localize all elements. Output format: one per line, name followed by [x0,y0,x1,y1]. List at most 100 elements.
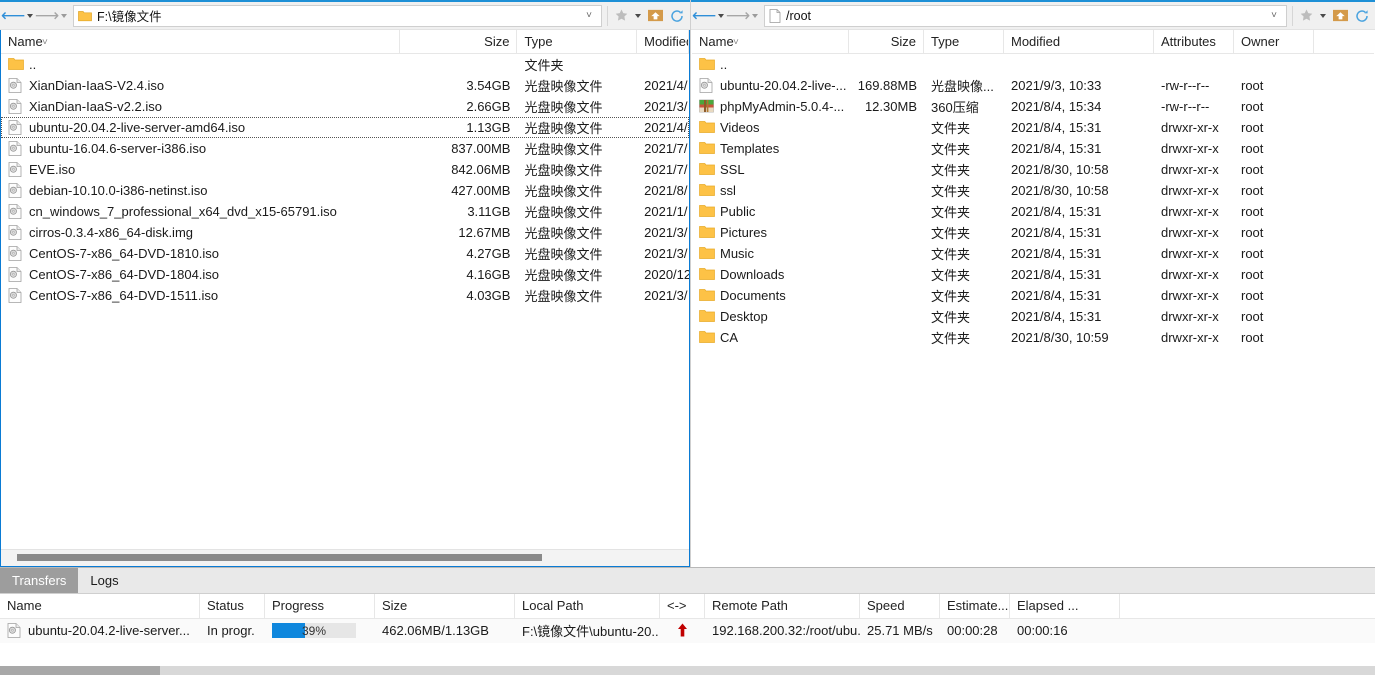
local-table-row[interactable]: cn_windows_7_professional_x64_dvd_x15-65… [1,201,689,222]
remote-table-row[interactable]: Videos 文件夹 2021/8/4, 15:31 drwxr-xr-x root [692,117,1374,138]
window-horizontal-scrollbar[interactable] [0,666,1375,675]
remote-cell-text: drwxr-xr-x [1161,162,1219,177]
remote-cell-text: Desktop [720,309,768,324]
local-back-button[interactable]: ⟵ [1,3,25,29]
remote-back-button[interactable]: ⟵ [692,3,716,29]
remote-cell-text: CA [720,330,739,345]
local-table-row[interactable]: ubuntu-20.04.2-live-server-amd64.iso 1.13… [1,117,689,138]
tab-logs[interactable]: Logs [78,567,131,593]
local-column-header-modified[interactable]: Modified [637,30,689,53]
transfer-name-text: ubuntu-20.04.2-live-server... [28,623,190,639]
local-favorites-dropdown-button[interactable] [632,3,644,29]
local-cell-size: 2.66GB [400,96,518,117]
local-table-row[interactable]: ubuntu-16.04.6-server-i386.iso 837.00MB 光盘… [1,138,689,159]
remote-home-button[interactable] [1329,3,1351,29]
local-table-row[interactable]: EVE.iso 842.06MB 光盘映像文件 2021/7/ [1,159,689,180]
remote-column-header-type[interactable]: Type [924,30,1004,53]
tab-transfers[interactable]: Transfers [0,567,79,593]
local-table-row[interactable]: cirros-0.3.4-x86_64-disk.img 12.67MB 光盘映像文… [1,222,689,243]
local-table-row[interactable]: XianDian-IaaS-v2.2.iso 2.66GB 光盘映像文件 2021/3… [1,96,689,117]
chevron-down-icon [61,13,67,18]
local-path-input[interactable]: F:\镜像文件 ˅ [73,4,602,27]
remote-table-row[interactable]: Public 文件夹 2021/8/4, 15:31 drwxr-xr-x root [692,201,1374,222]
remote-table-row[interactable]: Templates 文件夹 2021/8/4, 15:31 drwxr-xr-x roo… [692,138,1374,159]
chevron-down-icon [1320,13,1326,18]
local-forward-button[interactable]: ⟶ [35,3,59,29]
local-cell-modified: 2021/4/ [637,75,689,96]
iso-file-icon [699,77,715,94]
local-table-row[interactable]: CentOS-7-x86_64-DVD-1810.iso 4.27GB 光盘映像文件… [1,243,689,264]
remote-table-row[interactable]: Desktop 文件夹 2021/8/4, 15:31 drwxr-xr-x root [692,306,1374,327]
remote-refresh-button[interactable] [1351,3,1373,29]
remote-table-row[interactable]: Downloads 文件夹 2021/8/4, 15:31 drwxr-xr-x roo… [692,264,1374,285]
transfers-column-header[interactable]: Size [375,593,515,618]
transfer-cell: 00:00:16 [1010,619,1120,643]
transfers-column-header-label: Size [382,598,408,614]
local-table-row[interactable]: XianDian-IaaS-V2.4.iso 3.54GB 光盘映像文件 2021/4… [1,75,689,96]
local-cell-text: debian-10.10.0-i386-netinst.iso [29,183,208,198]
transfers-column-header[interactable]: Status [200,593,265,618]
local-scrollbar-thumb[interactable] [17,553,542,561]
local-column-header-label: Size [484,34,510,49]
remote-cell-text: 文件夹 [931,205,971,220]
local-column-header-size[interactable]: Size [400,30,518,53]
local-cell-text: 2021/3/ [644,246,688,261]
transfers-column-header[interactable]: <-> [660,593,705,618]
local-cell-type: 光盘映像文件 [517,117,637,138]
local-column-header-type[interactable]: Type [517,30,638,53]
remote-cell-text: 2021/8/4, 15:31 [1011,309,1102,324]
remote-table-row[interactable]: ssl 文件夹 2021/8/30, 10:58 drwxr-xr-x root [692,180,1374,201]
remote-address-bar: ⟵ ⟶ /root ˅ [691,0,1375,30]
local-cell-text: 3.11GB [467,204,511,219]
local-file-panel: ⟵ ⟶ F:\镜像文件 ˅ ˅ Name Size Type Modified … [0,0,691,567]
remote-favorites-dropdown-button[interactable] [1317,3,1329,29]
remote-column-header-attributes[interactable]: Attributes [1154,30,1234,53]
remote-path-dropdown-icon[interactable]: ˅ [1266,10,1282,21]
transfers-column-header[interactable]: Progress [265,593,375,618]
transfers-column-header[interactable]: Elapsed ... [1010,593,1120,618]
remote-favorites-button[interactable] [1295,3,1317,29]
transfers-column-header[interactable]: Estimate... [940,593,1010,618]
transfers-column-headers: Name Status Progress Size Local Path <-> Remot… [0,593,1375,619]
transfers-column-header-label: <-> [667,598,687,614]
local-table-row[interactable]: CentOS-7-x86_64-DVD-1511.iso 4.03GB 光盘映像文件… [1,285,689,306]
local-favorites-button[interactable] [610,3,632,29]
remote-table-row[interactable]: .. [692,54,1374,75]
remote-table-row[interactable]: Pictures 文件夹 2021/8/4, 15:31 drwxr-xr-x root [692,222,1374,243]
local-table-row[interactable]: CentOS-7-x86_64-DVD-1804.iso 4.16GB 光盘映像文件… [1,264,689,285]
remote-table-row[interactable]: Documents 文件夹 2021/8/4, 15:31 drwxr-xr-x roo… [692,285,1374,306]
remote-column-header-modified[interactable]: Modified [1004,30,1154,53]
remote-table-row[interactable]: CA 文件夹 2021/8/30, 10:59 drwxr-xr-x root [692,327,1374,348]
remote-cell-size [849,180,924,201]
remote-forward-button[interactable]: ⟶ [726,3,750,29]
window-scrollbar-thumb[interactable] [0,666,160,675]
local-cell-text: 光盘映像文件 [524,142,603,157]
transfer-row[interactable]: ubuntu-20.04.2-live-server... In progr. 39… [0,618,1375,643]
local-refresh-button[interactable] [666,3,688,29]
transfer-status-text: In progr. [207,623,255,639]
transfers-column-header[interactable]: Local Path [515,593,660,618]
remote-column-header-name[interactable]: ˅ Name [692,30,849,53]
transfers-column-header[interactable]: Remote Path [705,593,860,618]
local-column-header-name[interactable]: ˅ Name [1,30,400,53]
local-table-row[interactable]: debian-10.10.0-i386-netinst.iso 427.00MB 光… [1,180,689,201]
remote-table-row[interactable]: SSL 文件夹 2021/8/30, 10:58 drwxr-xr-x root [692,159,1374,180]
remote-cell-modified: 2021/8/4, 15:31 [1004,264,1154,285]
remote-column-header-owner[interactable]: Owner [1234,30,1314,53]
transfers-column-header[interactable]: Name [0,593,200,618]
transfers-column-header[interactable]: Speed [860,593,940,618]
remote-column-header-size[interactable]: Size [849,30,924,53]
remote-table-row[interactable]: phpMyAdmin-5.0.4-... 12.30MB 360压缩 2021/8/4… [692,96,1374,117]
local-cell-text: 光盘映像文件 [524,163,603,178]
local-forward-history-button[interactable] [58,3,70,29]
local-horizontal-scrollbar[interactable] [1,548,689,566]
remote-cell-text: Documents [720,288,786,303]
local-home-button[interactable] [644,3,666,29]
remote-path-input[interactable]: /root ˅ [764,4,1287,27]
winscp-window: ⟵ ⟶ F:\镜像文件 ˅ ˅ Name Size Type Modified … [0,0,1375,675]
local-table-row[interactable]: .. 文件夹 [1,54,689,75]
remote-table-row[interactable]: Music 文件夹 2021/8/4, 15:31 drwxr-xr-x root [692,243,1374,264]
local-path-dropdown-icon[interactable]: ˅ [581,10,597,21]
remote-table-row[interactable]: ubuntu-20.04.2-live-... 169.88MB 光盘映像... 20… [692,75,1374,96]
remote-forward-history-button[interactable] [749,3,761,29]
